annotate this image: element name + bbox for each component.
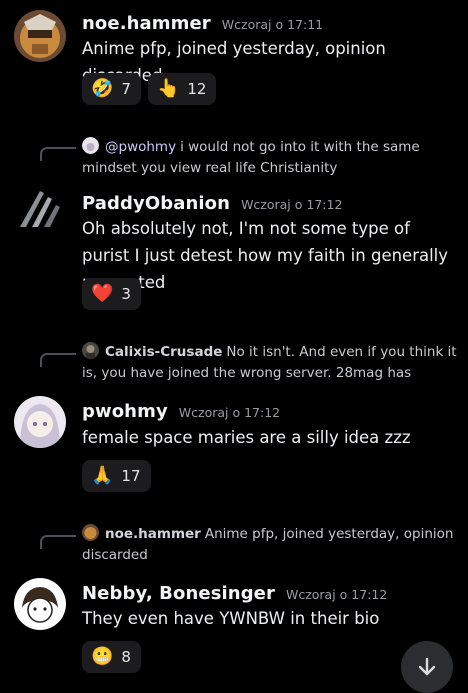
author-name[interactable]: noe.hammer bbox=[82, 13, 211, 34]
slash-mark-avatar-icon bbox=[14, 183, 66, 235]
sketch-character-avatar-icon bbox=[14, 578, 66, 630]
jump-to-present-button[interactable] bbox=[401, 641, 453, 693]
rofl-emoji-icon: 🤣 bbox=[91, 78, 114, 99]
point-up-emoji-icon: 👆 bbox=[156, 78, 180, 99]
reaction-count: 3 bbox=[121, 285, 131, 303]
author-name[interactable]: PaddyObanion bbox=[82, 193, 230, 214]
timestamp: Wczoraj o 17:12 bbox=[178, 405, 281, 420]
timestamp: Wczoraj o 17:12 bbox=[285, 587, 388, 602]
avatar-paddyobanion[interactable] bbox=[14, 183, 66, 235]
reaction-heart[interactable]: ❤️ 3 bbox=[82, 278, 141, 310]
avatar-pwohmy[interactable] bbox=[14, 396, 66, 448]
message-content: female space maries are a silly idea zzz bbox=[82, 428, 411, 447]
author-name[interactable]: Nebby, Bonesinger bbox=[82, 583, 275, 604]
author-name[interactable]: pwohmy bbox=[82, 401, 168, 422]
reply-preview[interactable]: Calixis-Crusade No it isn't. And even if … bbox=[82, 342, 457, 384]
reply-author[interactable]: Calixis-Crusade bbox=[105, 344, 222, 360]
reply-spine bbox=[40, 535, 76, 549]
pray-emoji-icon: 🙏 bbox=[91, 465, 114, 486]
reply-spine bbox=[40, 353, 76, 367]
anime-girl-avatar-icon bbox=[14, 396, 66, 448]
reply-preview[interactable]: noe.hammer Anime pfp, joined yesterday, o… bbox=[82, 524, 457, 566]
reply-avatar-icon bbox=[82, 342, 99, 359]
reply-author[interactable]: noe.hammer bbox=[105, 526, 201, 542]
timestamp: Wczoraj o 17:11 bbox=[221, 17, 324, 32]
heart-emoji-icon: ❤️ bbox=[91, 283, 114, 304]
message-content: They even have YWNBW in their bio bbox=[82, 609, 380, 628]
avatar-nebby-bonesinger[interactable] bbox=[14, 578, 66, 630]
arrow-down-icon bbox=[418, 657, 436, 676]
reply-spine bbox=[40, 147, 76, 161]
reaction-count: 12 bbox=[187, 80, 207, 98]
reaction-rofl[interactable]: 🤣 7 bbox=[82, 73, 141, 105]
reply-avatar-icon bbox=[82, 137, 99, 154]
reply-mention[interactable]: @pwohmy bbox=[105, 139, 176, 155]
warhammer-helmet-avatar-icon bbox=[14, 10, 66, 62]
reaction-grimace[interactable]: 😬 8 bbox=[82, 641, 141, 673]
grimace-emoji-icon: 😬 bbox=[91, 646, 114, 667]
reply-preview[interactable]: @pwohmy i would not go into it with the s… bbox=[82, 137, 457, 179]
avatar-noe-hammer[interactable] bbox=[14, 10, 66, 62]
reaction-pray[interactable]: 🙏 17 bbox=[82, 460, 151, 492]
reply-avatar-icon bbox=[82, 524, 99, 541]
timestamp: Wczoraj o 17:12 bbox=[241, 197, 343, 212]
reaction-count: 17 bbox=[121, 467, 141, 485]
reaction-point-up[interactable]: 👆 12 bbox=[147, 73, 217, 105]
reaction-count: 8 bbox=[121, 648, 131, 666]
reaction-count: 7 bbox=[121, 80, 131, 98]
